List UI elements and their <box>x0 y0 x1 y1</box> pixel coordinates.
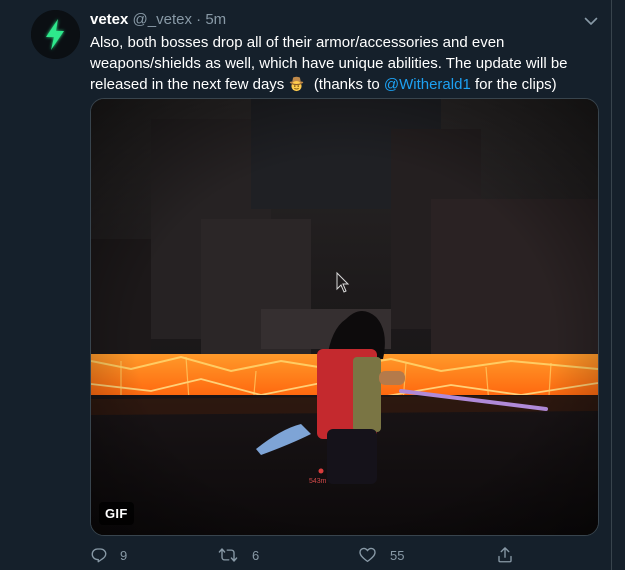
gif-badge: GIF <box>99 502 134 525</box>
share-button[interactable] <box>496 544 514 566</box>
mention-link[interactable]: @Witherald1 <box>384 76 471 93</box>
like-button[interactable]: 55 <box>358 544 404 566</box>
heart-icon <box>359 547 376 563</box>
tweet-header: vetex @_vetex · 5m <box>90 11 226 29</box>
timestamp[interactable]: 5m <box>205 11 226 28</box>
reply-count: 9 <box>120 547 128 563</box>
reply-icon <box>91 548 107 563</box>
retweet-button[interactable]: 6 <box>218 544 259 566</box>
separator-dot: · <box>196 11 202 28</box>
tweet-text-segment: for the clips) <box>474 76 557 93</box>
reply-button[interactable]: 9 <box>90 544 127 566</box>
avatar[interactable] <box>31 10 80 59</box>
display-name[interactable]: vetex <box>90 11 128 28</box>
tweet-text-segment: (thanks to <box>313 76 380 93</box>
tweet-text: Also, both bosses drop all of their armo… <box>90 32 600 95</box>
media-gif[interactable]: 543m GIF <box>90 98 599 536</box>
retweet-count: 6 <box>252 547 260 563</box>
tweet-text-segment: released in the next few days <box>90 76 285 93</box>
like-count: 55 <box>390 547 405 563</box>
retweet-icon <box>218 548 238 562</box>
lightning-bolt-icon <box>31 10 80 59</box>
tweet-text-line: released in the next few days (thanks to… <box>90 74 600 95</box>
tweet-text-line: Also, both bosses drop all of their armo… <box>90 34 505 51</box>
cowboy-face-emoji-icon <box>290 76 304 92</box>
chevron-down-icon[interactable] <box>582 12 600 30</box>
user-handle[interactable]: @_vetex <box>133 11 192 28</box>
tweet-text-line: weapons/shields as well, which have uniq… <box>90 55 568 72</box>
share-icon <box>498 547 512 563</box>
gif-frame: 543m <box>91 99 598 535</box>
tweet-card[interactable]: vetex @_vetex · 5m Also, both bosses dro… <box>0 0 612 570</box>
